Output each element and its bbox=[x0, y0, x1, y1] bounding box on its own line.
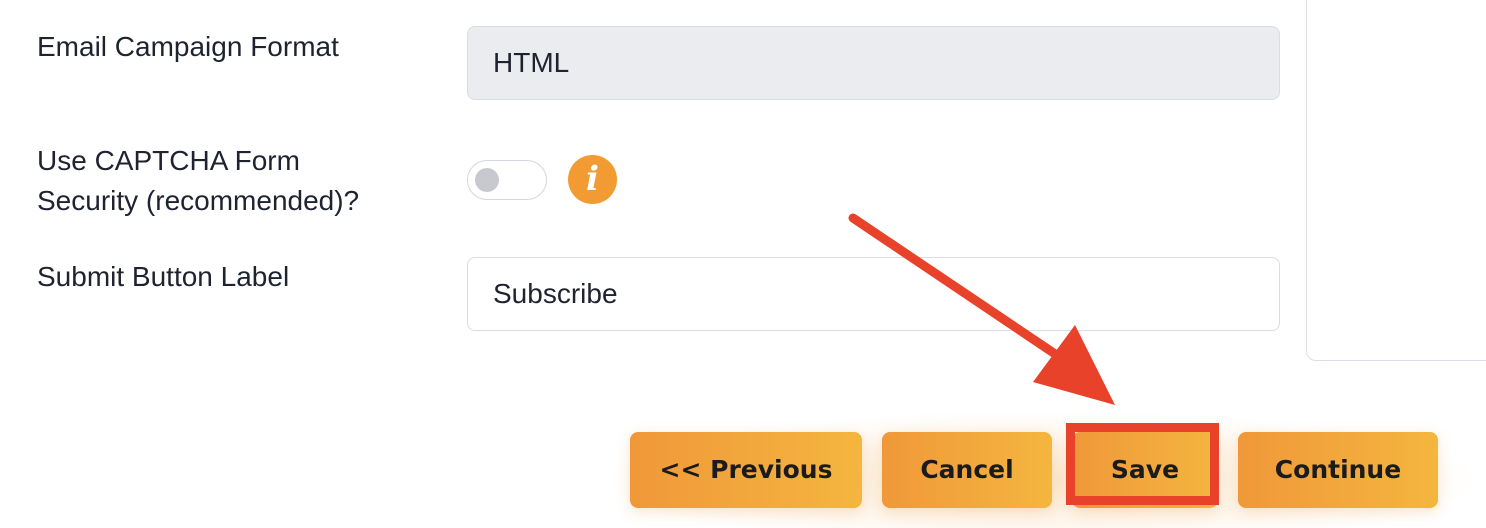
form-page: Email Campaign Format HTML Use CAPTCHA F… bbox=[0, 0, 1486, 528]
info-icon[interactable]: i bbox=[568, 155, 617, 204]
email-format-label: Email Campaign Format bbox=[37, 31, 339, 62]
save-button[interactable]: Save bbox=[1072, 432, 1218, 508]
submit-label-input[interactable]: Subscribe bbox=[467, 257, 1280, 331]
captcha-label: Use CAPTCHA Form Security (recommended)? bbox=[37, 141, 359, 221]
email-format-field: HTML bbox=[467, 26, 1280, 100]
arrow-head bbox=[1033, 325, 1115, 405]
cancel-button[interactable]: Cancel bbox=[882, 432, 1052, 508]
captcha-toggle[interactable] bbox=[467, 160, 547, 200]
previous-button[interactable]: << Previous bbox=[630, 432, 862, 508]
captcha-label-line2: Security (recommended)? bbox=[37, 185, 360, 216]
continue-button[interactable]: Continue bbox=[1238, 432, 1438, 508]
captcha-label-line1: Use CAPTCHA Form bbox=[37, 145, 300, 176]
toggle-knob bbox=[475, 168, 499, 192]
side-panel bbox=[1306, 0, 1486, 361]
submit-label-label: Submit Button Label bbox=[37, 261, 290, 292]
